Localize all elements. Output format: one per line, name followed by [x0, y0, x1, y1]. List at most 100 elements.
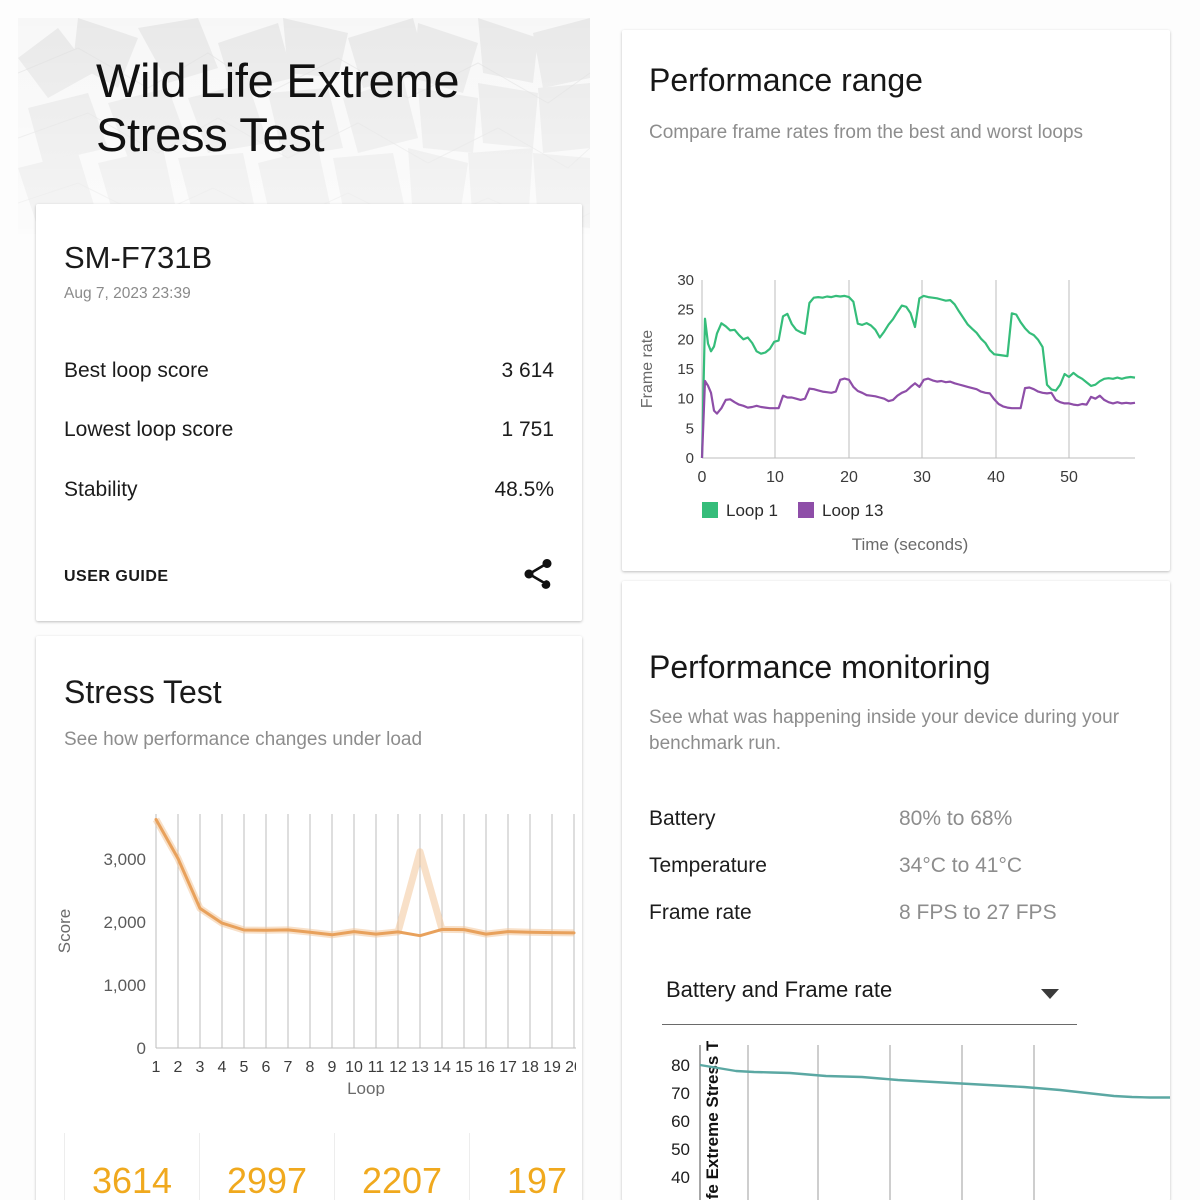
stress-chart-y-ticks: 0 1,000 2,000 3,000 — [103, 850, 146, 1058]
performance-monitoring-title: Performance monitoring — [649, 649, 991, 685]
performance-monitoring-card: Performance monitoring See what was happ… — [622, 581, 1170, 1200]
svg-text:15: 15 — [677, 361, 694, 378]
svg-text:25: 25 — [677, 302, 694, 319]
stress-test-card: Stress Test See how performance changes … — [36, 636, 582, 1200]
score-label: Lowest loop score — [64, 418, 234, 441]
app-root: Wild Life Extreme Stress Test SM-F731B A… — [0, 0, 1200, 1200]
share-icon — [524, 559, 552, 589]
svg-text:6: 6 — [262, 1059, 271, 1076]
monitoring-label: Temperature — [649, 854, 767, 877]
score-value: 1 751 — [501, 418, 554, 441]
svg-text:4: 4 — [218, 1059, 227, 1076]
user-guide-button[interactable]: USER GUIDE — [64, 568, 169, 586]
svg-text:0: 0 — [686, 450, 694, 467]
stress-chart-line-halo — [152, 817, 575, 939]
svg-text:1,000: 1,000 — [103, 976, 146, 995]
svg-text:20: 20 — [677, 331, 694, 348]
hero-header: Wild Life Extreme Stress Test — [18, 18, 590, 234]
svg-text:8: 8 — [306, 1059, 315, 1076]
svg-text:18: 18 — [521, 1059, 539, 1076]
svg-text:10: 10 — [345, 1059, 363, 1076]
svg-text:2,000: 2,000 — [103, 913, 146, 932]
svg-text:12: 12 — [389, 1059, 407, 1076]
monitoring-value: 8 FPS to 27 FPS — [899, 901, 1057, 924]
monitoring-chart-series-battery — [699, 1063, 1170, 1099]
score-value: 3 614 — [501, 359, 554, 382]
range-chart-gridlines — [701, 280, 1070, 458]
svg-text:0: 0 — [137, 1039, 146, 1058]
svg-text:50: 50 — [671, 1140, 690, 1159]
svg-text:11: 11 — [368, 1059, 385, 1076]
svg-text:60: 60 — [671, 1112, 690, 1131]
loop-score-tile[interactable]: 2207 — [334, 1133, 469, 1200]
svg-text:5: 5 — [240, 1059, 249, 1076]
range-chart-y-ticks: 30 25 20 15 10 5 0 — [677, 272, 694, 467]
performance-range-card: Performance range Compare frame rates fr… — [622, 30, 1170, 571]
monitoring-label: Battery — [649, 807, 716, 830]
range-chart-x-ticks: 0 10 20 30 40 50 — [698, 469, 1078, 486]
svg-text:15: 15 — [455, 1059, 473, 1076]
loop-score-tile[interactable]: 2997 — [199, 1133, 334, 1200]
svg-text:3,000: 3,000 — [103, 850, 146, 869]
page-title-line-1: Wild Life Extreme — [96, 54, 460, 107]
performance-range-subtitle: Compare frame rates from the best and wo… — [649, 122, 1084, 143]
score-row-stability: Stability 48.5% — [64, 478, 554, 502]
svg-text:5: 5 — [686, 420, 694, 437]
performance-range-title: Performance range — [649, 62, 923, 98]
stress-test-title: Stress Test — [64, 674, 222, 710]
svg-text:40: 40 — [987, 469, 1005, 486]
svg-text:20: 20 — [840, 469, 858, 486]
device-summary-card: SM-F731B Aug 7, 2023 23:39 Best loop sco… — [36, 204, 582, 621]
legend-swatch-loop1 — [702, 502, 718, 518]
page-title-line-2: Stress Test — [96, 107, 325, 161]
svg-text:19: 19 — [543, 1059, 561, 1076]
benchmark-timestamp: Aug 7, 2023 23:39 — [64, 285, 191, 302]
performance-range-chart: 30 25 20 15 10 5 0 Frame rate 0 10 20 30… — [639, 272, 1136, 554]
loop-score-tile[interactable]: 3614 — [64, 1133, 199, 1200]
monitoring-chart-gridlines — [747, 1045, 1035, 1200]
score-value: 48.5% — [494, 478, 554, 501]
monitoring-label: Frame rate — [649, 901, 752, 924]
monitoring-chart-selector[interactable]: Battery and Frame rate — [662, 973, 1077, 1025]
score-label: Stability — [64, 478, 138, 501]
svg-text:70: 70 — [671, 1084, 690, 1103]
svg-text:40: 40 — [671, 1168, 690, 1187]
chevron-down-icon — [1041, 989, 1059, 999]
left-column: Wild Life Extreme Stress Test SM-F731B A… — [18, 18, 590, 1200]
svg-text:20: 20 — [565, 1059, 576, 1076]
svg-text:7: 7 — [284, 1059, 293, 1076]
svg-text:30: 30 — [677, 272, 694, 289]
svg-text:10: 10 — [677, 391, 694, 408]
right-column: Performance range Compare frame rates fr… — [622, 30, 1170, 1200]
stress-test-chart: 0 1,000 2,000 3,000 Score 123 456 789 10… — [55, 814, 576, 1096]
range-chart-legend: Loop 1 Loop 13 — [702, 501, 883, 520]
svg-text:14: 14 — [433, 1059, 451, 1076]
device-name: SM-F731B — [64, 240, 213, 275]
svg-text:13: 13 — [411, 1059, 429, 1076]
monitoring-value: 80% to 68% — [899, 807, 1013, 830]
share-button[interactable] — [520, 556, 556, 592]
legend-swatch-loop13 — [798, 502, 814, 518]
svg-text:50: 50 — [1060, 469, 1078, 486]
score-row-lowest-loop: Lowest loop score 1 751 — [64, 418, 554, 442]
score-label: Best loop score — [64, 359, 209, 382]
range-chart-x-axis-label: Time (seconds) — [852, 535, 969, 554]
svg-text:0: 0 — [698, 469, 707, 486]
svg-text:3: 3 — [196, 1059, 205, 1076]
svg-text:9: 9 — [328, 1059, 337, 1076]
monitoring-chart-y-ticks: 80 70 60 50 40 — [671, 1056, 690, 1187]
performance-monitoring-subtitle: See what was happening inside your devic… — [649, 707, 1120, 754]
svg-text:30: 30 — [913, 469, 931, 486]
range-chart-series-loop1 — [700, 294, 1136, 459]
legend-label-loop1: Loop 1 — [726, 501, 778, 520]
svg-text:16: 16 — [477, 1059, 495, 1076]
loop-score-tiles: 3614 2997 2207 197 — [64, 1126, 582, 1200]
stress-test-subtitle: See how performance changes under load — [64, 729, 423, 750]
battery-frame-rate-chart: 80 70 60 50 40 Wild Life Extreme Stress … — [671, 1041, 1170, 1200]
loop-score-tile[interactable]: 197 — [469, 1133, 582, 1200]
monitoring-value: 34°C to 41°C — [899, 854, 1023, 877]
svg-text:80: 80 — [671, 1056, 690, 1075]
svg-text:1: 1 — [152, 1059, 161, 1076]
svg-text:2: 2 — [174, 1059, 183, 1076]
stress-chart-x-axis-label: Loop — [347, 1079, 385, 1096]
